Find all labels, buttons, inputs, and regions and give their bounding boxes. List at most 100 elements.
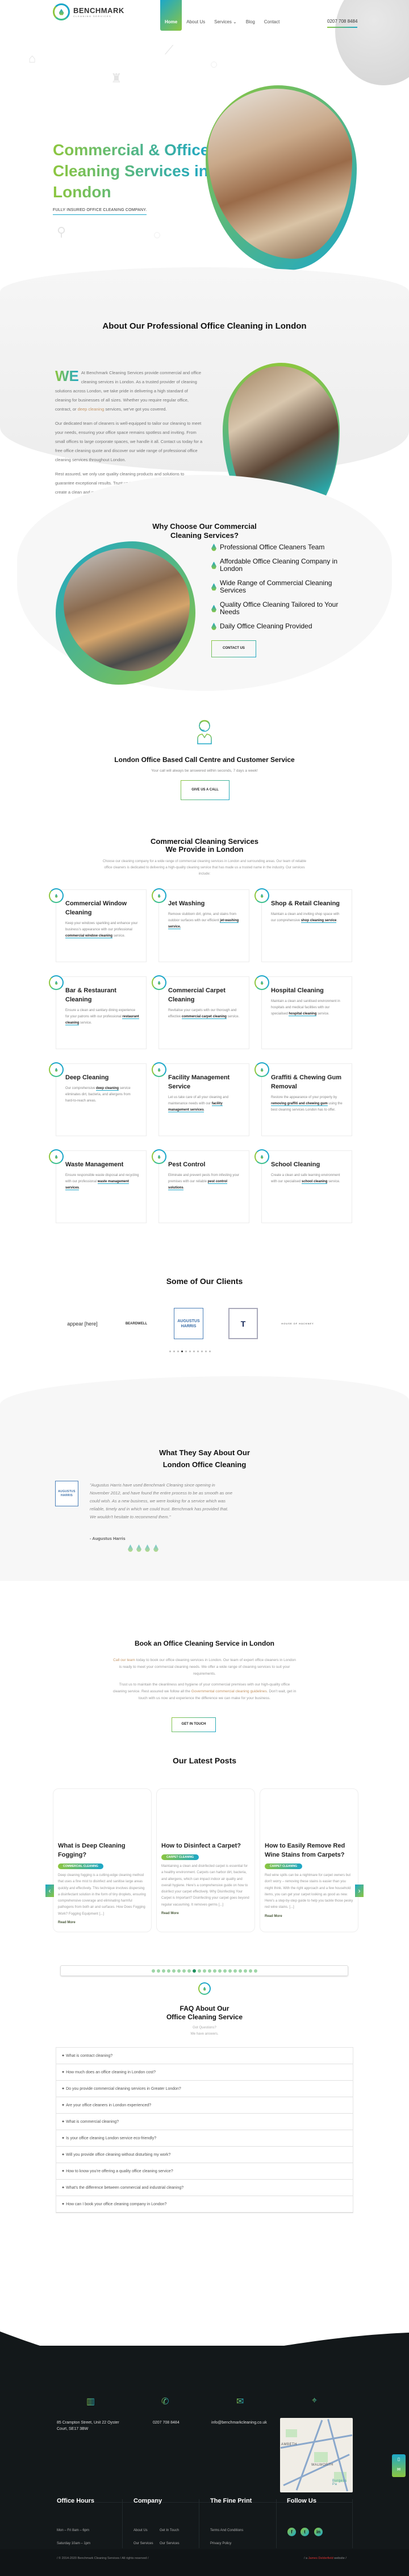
read-more-link[interactable]: Read More [58,1921,147,1924]
carousel-dot[interactable] [166,1969,170,1973]
deep-cleaning-link[interactable]: deep cleaning [78,407,105,412]
carousel-dot[interactable] [151,1969,155,1973]
nav-blog[interactable]: Blog [241,0,260,24]
twitter-icon[interactable]: t [301,2528,309,2536]
nav-about-us[interactable]: About Us [182,0,210,24]
carousel-dot[interactable] [156,1969,160,1973]
footer-link-our-services-2[interactable]: Our Services [160,2542,180,2545]
carousel-dot[interactable] [192,1969,196,1973]
carousel-dot[interactable] [202,1969,206,1973]
carousel-dot[interactable] [177,1969,181,1973]
post-title[interactable]: How to Easily Remove Red Wine Stains fro… [265,1841,353,1859]
carousel-dot[interactable] [197,1969,201,1973]
carousel-dot[interactable] [181,1351,183,1352]
guidelines-link[interactable]: Governmental commercial cleaning guideli… [191,1689,267,1693]
carousel-dot[interactable] [218,1969,222,1973]
service-link[interactable]: removing graffiti and chewing gum [271,1102,328,1106]
faq-item[interactable]: + How to know you're offering a quality o… [56,2163,353,2180]
nav-contact[interactable]: Contact [260,0,285,24]
carousel-dot[interactable] [201,1351,203,1352]
footer-email[interactable]: info@benchmarkcleaning.co.uk [211,2420,267,2426]
carousel-dot[interactable] [253,1969,257,1973]
service-card: Bar & Restaurant Cleaning Ensure a clean … [49,975,147,1049]
carousel-dot[interactable] [173,1351,175,1352]
post-title[interactable]: What is Deep Cleaning Fogging? [58,1841,147,1859]
carousel-dot[interactable] [212,1969,216,1973]
carousel-dot[interactable] [177,1351,179,1352]
call-our-team-link[interactable]: Call our team [113,1658,135,1662]
read-more-link[interactable]: Read More [161,1912,250,1915]
carousel-dot[interactable] [223,1969,227,1973]
post-excerpt: Maintaining a clean and disinfected carp… [161,1865,249,1907]
dropcap: WE [55,367,79,384]
service-link[interactable]: school cleaning [302,1180,328,1184]
post-category-tag[interactable]: CARPET CLEANING [161,1854,199,1860]
post-category-tag[interactable]: COMMERCIAL CLEANING [58,1863,103,1869]
faq-item[interactable]: + What is contract cleaning? [56,2048,353,2064]
service-link[interactable]: commercial carpet cleaning [181,1015,227,1019]
carousel-dot[interactable] [189,1351,191,1352]
faq-item[interactable]: + Is your office cleaning London service … [56,2130,353,2147]
service-link[interactable]: hospital cleaning [289,1012,317,1016]
carousel-dot[interactable] [207,1969,211,1973]
testimonial-logo: AUGUSTUS HARRIS [55,1481,78,1506]
post-title[interactable]: How to Disinfect a Carpet? [161,1841,250,1850]
client-logo-beardwell: BEARDWELL [125,1322,148,1326]
footer-link-get-in-touch[interactable]: Get In Touch [160,2529,179,2532]
faq-item[interactable]: + What's the difference between commercia… [56,2180,353,2196]
read-more-link[interactable]: Read More [265,1915,353,1918]
nav-services[interactable]: Services ⌄ [210,0,241,24]
carousel-dot[interactable] [228,1969,232,1973]
carousel-dot[interactable] [209,1351,211,1352]
credit-link[interactable]: James Delderfield [308,2557,333,2560]
service-name: Deep Cleaning [65,1074,109,1081]
posts-next-arrow[interactable]: › [355,1885,364,1897]
carousel-dot[interactable] [197,1351,199,1352]
footer-link-terms[interactable]: Terms And Conditions [210,2529,243,2532]
faq-item[interactable]: + How much does an office cleaning in Lon… [56,2064,353,2081]
get-in-touch-button[interactable]: GET IN TOUCH [172,1717,216,1732]
footer-link-our-services[interactable]: Our Services [133,2542,153,2545]
give-us-a-call-button[interactable]: GIVE US A CALL [181,780,229,800]
carousel-dot[interactable] [161,1969,165,1973]
nav-home[interactable]: Home [160,0,182,31]
hero-office-image [206,85,357,270]
linkedin-icon[interactable]: in [314,2528,323,2536]
carousel-dot[interactable] [182,1969,186,1973]
faq-item[interactable]: + Do you provide commercial cleaning serv… [56,2081,353,2097]
carousel-dot[interactable] [233,1969,237,1973]
service-link[interactable]: commercial window cleaning [65,934,113,938]
service-name: Waste Management [65,1161,124,1168]
service-card: Waste Management Ensure responsible waste… [49,1149,147,1223]
contact-us-button[interactable]: CONTACT US [211,640,256,657]
facebook-icon[interactable]: f [287,2528,296,2536]
floating-contact-button[interactable]: ▯ ✉ [392,2454,406,2477]
footer-map[interactable]: AMBETH WALWORTH Burgess Pa [280,2418,353,2492]
carousel-dot[interactable] [169,1351,171,1352]
carousel-dot[interactable] [238,1969,242,1973]
carousel-dot[interactable] [172,1969,176,1973]
carousel-dot[interactable] [248,1969,252,1973]
posts-prev-arrow[interactable]: ‹ [45,1885,54,1897]
faq-item[interactable]: + Are your office cleaners in London expe… [56,2097,353,2114]
service-card: Facility Management Service Let us take c… [152,1062,249,1136]
service-link[interactable]: shop cleaning service [301,919,337,923]
rating-drop-icon [128,1544,133,1552]
header-phone-link[interactable]: 0207 708 8484 [327,19,358,28]
carousel-dot[interactable] [187,1969,191,1973]
service-link[interactable]: deep cleaning [96,1087,119,1091]
faq-item[interactable]: + How can I book your office cleaning com… [56,2196,353,2213]
service-card: Hospital Cleaning Maintain a clean and sa… [254,975,352,1049]
service-logo-icon [49,1149,64,1164]
carousel-dot[interactable] [243,1969,247,1973]
faq-item[interactable]: + Will you provide office cleaning withou… [56,2147,353,2163]
post-category-tag[interactable]: CARPET CLEANING [265,1863,303,1869]
footer-phone[interactable]: 0207 708 8484 [153,2420,180,2426]
footer-link-privacy[interactable]: Privacy Policy [210,2542,231,2545]
footer-link-about-us[interactable]: About Us [133,2529,148,2532]
carousel-dot[interactable] [205,1351,207,1352]
faq-item[interactable]: + What is commercial cleaning? [56,2114,353,2130]
carousel-dot[interactable] [193,1351,195,1352]
logo[interactable]: BENCHMARK CLEANING SERVICES [53,3,124,20]
carousel-dot[interactable] [185,1351,187,1352]
